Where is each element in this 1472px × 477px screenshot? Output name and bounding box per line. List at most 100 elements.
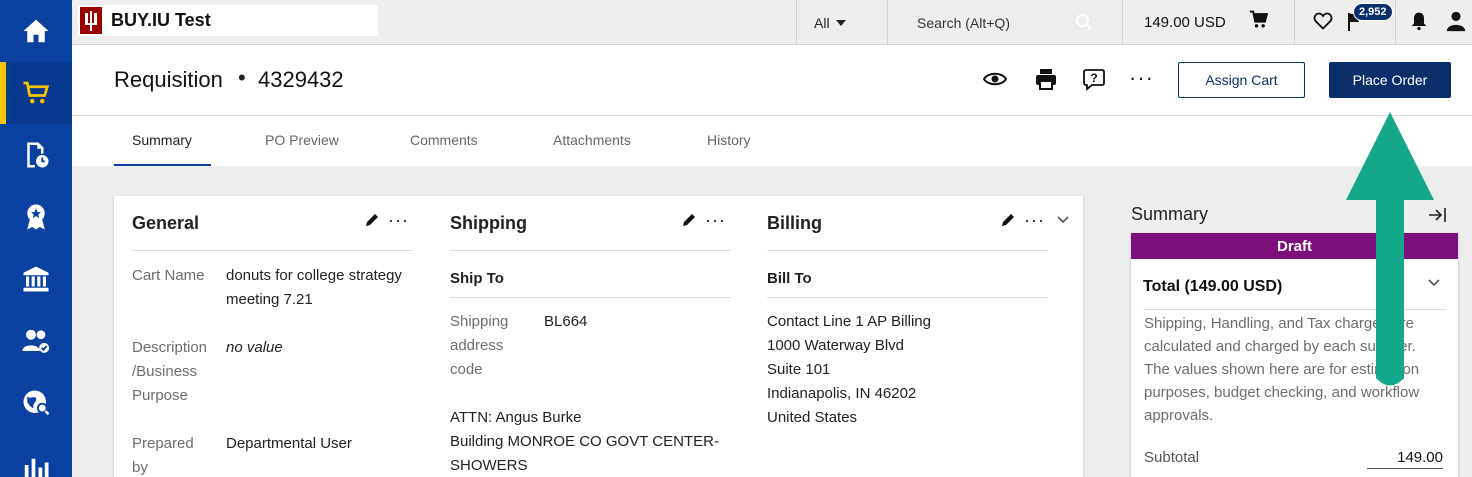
eye-icon[interactable]: [983, 67, 1007, 91]
subtotal-label: Subtotal: [1144, 449, 1200, 466]
divider: [796, 0, 797, 45]
shipping-address-code-label: address: [450, 337, 504, 354]
billing-tools: ···: [1000, 211, 1045, 229]
cart-name-value-line1: donuts for college strategy: [226, 267, 402, 284]
bell-icon[interactable]: [1409, 11, 1429, 31]
summary-heading: Summary: [1131, 204, 1209, 224]
nav-shop[interactable]: [0, 62, 72, 124]
bank-icon: [23, 266, 49, 292]
prepared-by-value: Departmental User: [226, 435, 352, 452]
nav-accounts-payable[interactable]: [0, 248, 72, 310]
billing-address-line: United States: [767, 409, 858, 426]
divider: [1395, 0, 1396, 45]
caret-down-icon: [835, 19, 846, 26]
people-check-icon: [22, 329, 50, 353]
search-scope-label: All: [814, 14, 830, 31]
requisition-details-card: General ··· Cart Name donuts for college…: [114, 196, 1083, 477]
help-chat-icon[interactable]: ?: [1082, 67, 1106, 91]
nav-orders[interactable]: [0, 124, 72, 186]
ship-building: SHOWERS: [450, 457, 528, 474]
nav-sourcing[interactable]: [0, 372, 72, 434]
divider: [132, 250, 413, 251]
cart-icon[interactable]: [1249, 10, 1269, 30]
divider: [767, 297, 1048, 298]
shipping-address-code-value: BL664: [544, 313, 588, 330]
requisition-header: Requisition • 4329432 ? ··· Assign Cart …: [72, 45, 1472, 116]
tab-summary[interactable]: Summary: [132, 132, 192, 148]
more-actions-icon[interactable]: ···: [1129, 65, 1154, 91]
heart-icon[interactable]: [1313, 11, 1333, 31]
active-tab-indicator: [114, 164, 211, 166]
divider: [1294, 0, 1295, 45]
nav-home[interactable]: [0, 0, 72, 62]
svg-text:?: ?: [1090, 71, 1097, 85]
tab-comments[interactable]: Comments: [410, 132, 478, 148]
iu-trident-icon: [80, 7, 102, 34]
tab-attachments[interactable]: Attachments: [553, 132, 631, 148]
ship-attention: ATTN: Angus Burke: [450, 409, 582, 426]
description-label: Purpose: [132, 387, 188, 404]
annotation-arrow-icon: [1346, 112, 1434, 386]
cart-name-label: Cart Name: [132, 267, 205, 284]
divider: [450, 250, 731, 251]
nav-reports[interactable]: [0, 434, 72, 477]
app-name: BUY.IU Test: [111, 10, 211, 30]
search-placeholder: Search (Alt+Q): [917, 14, 1010, 31]
more-options-icon[interactable]: ···: [705, 211, 726, 229]
billing-address-line: Indianapolis, IN 46202: [767, 385, 917, 402]
more-options-icon[interactable]: ···: [388, 211, 409, 229]
globe-search-icon: [23, 390, 50, 416]
award-badge-icon: [27, 204, 45, 230]
document-clock-icon: [27, 142, 49, 168]
general-heading: General: [132, 213, 200, 233]
prepared-by-label: Prepared: [132, 435, 194, 452]
edit-pencil-icon[interactable]: [681, 212, 697, 228]
home-icon: [23, 19, 49, 43]
chevron-down-icon[interactable]: [1056, 215, 1070, 225]
nav-suppliers[interactable]: [0, 310, 72, 372]
bill-to-label: Bill To: [767, 270, 812, 287]
edit-pencil-icon[interactable]: [1000, 212, 1016, 228]
description-label: /Business: [132, 363, 198, 380]
description-value: no value: [226, 339, 283, 356]
search-scope-select[interactable]: All: [814, 0, 846, 45]
shipping-heading: Shipping: [450, 213, 527, 233]
divider: [887, 0, 888, 45]
more-options-icon[interactable]: ···: [1024, 211, 1045, 229]
edit-pencil-icon[interactable]: [364, 212, 380, 228]
place-order-button[interactable]: Place Order: [1329, 62, 1451, 98]
billing-heading: Billing: [767, 213, 822, 233]
tab-history[interactable]: History: [707, 132, 751, 148]
nav-contracts[interactable]: [0, 186, 72, 248]
ship-to-label: Ship To: [450, 270, 504, 287]
assign-cart-button[interactable]: Assign Cart: [1178, 62, 1305, 98]
user-icon[interactable]: [1445, 10, 1467, 32]
divider: [767, 250, 1048, 251]
notification-count-badge: 2,952: [1353, 3, 1393, 21]
search-icon[interactable]: [1075, 13, 1093, 31]
billing-address-line: Contact Line 1 AP Billing: [767, 313, 931, 330]
title-separator: •: [238, 65, 246, 90]
description-label: Description: [132, 339, 208, 356]
subtotal-value: 149.00: [1367, 449, 1443, 469]
requisition-number: 4329432: [258, 67, 344, 92]
left-navigation: [0, 0, 72, 477]
summary-total[interactable]: Total (149.00 USD): [1143, 278, 1282, 296]
divider: [1122, 0, 1123, 45]
tab-bar: Summary PO Preview Comments Attachments …: [72, 116, 1472, 166]
general-tools: ···: [364, 211, 409, 229]
cart-name-value-line2: meeting 7.21: [226, 291, 313, 308]
shipping-address-code-label: code: [450, 361, 483, 378]
app-logo[interactable]: BUY.IU Test: [78, 5, 378, 36]
search-input[interactable]: Search (Alt+Q): [917, 0, 1010, 45]
page-title: Requisition: [114, 67, 223, 92]
tab-po-preview[interactable]: PO Preview: [265, 132, 339, 148]
bar-chart-icon: [24, 458, 49, 477]
shopping-cart-icon: [23, 81, 50, 104]
prepared-by-label: by: [132, 459, 148, 476]
print-icon[interactable]: [1034, 67, 1058, 91]
shipping-tools: ···: [681, 211, 726, 229]
cart-total[interactable]: 149.00 USD: [1144, 0, 1226, 45]
divider: [450, 297, 731, 298]
billing-address-line: Suite 101: [767, 361, 831, 378]
